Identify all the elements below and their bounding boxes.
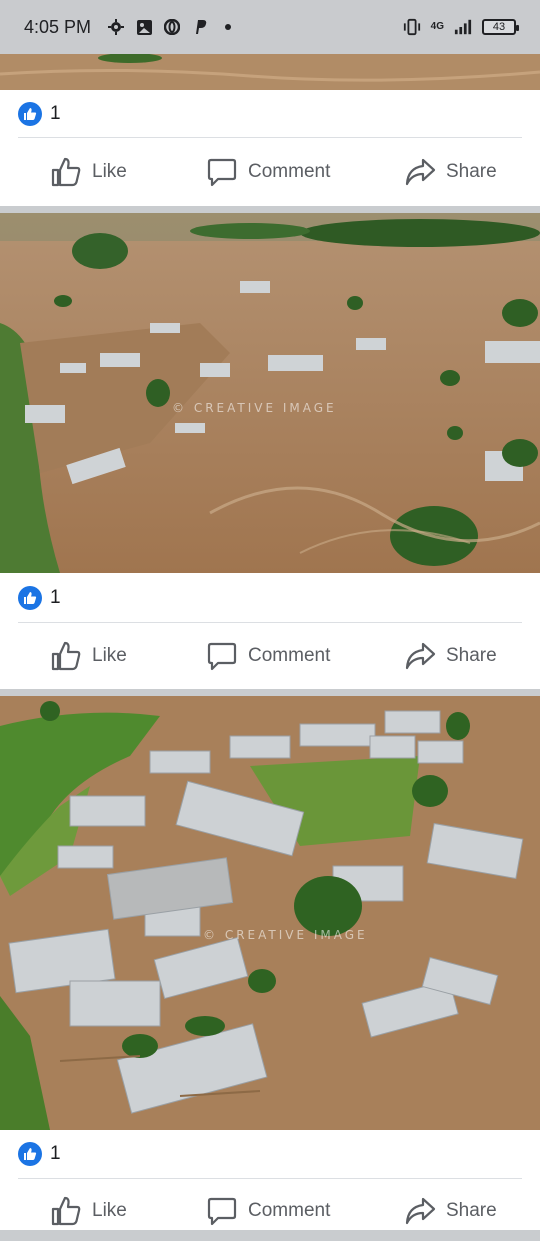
share-button[interactable]: Share [404, 156, 497, 188]
status-bar: 4:05 PM 4G 43 [0, 0, 540, 54]
comment-label: Comment [248, 645, 331, 666]
comment-icon [207, 642, 237, 671]
comment-button[interactable]: Comment [206, 1195, 330, 1227]
thumbs-up-icon [51, 157, 81, 187]
divider [18, 137, 522, 138]
share-icon [405, 642, 436, 670]
share-button[interactable]: Share [404, 1195, 497, 1227]
share-label: Share [446, 645, 497, 666]
divider [18, 1178, 522, 1179]
share-button[interactable]: Share [404, 640, 497, 672]
comment-label: Comment [248, 1200, 331, 1221]
share-label: Share [446, 1200, 497, 1221]
post-photo[interactable]: © CREATIVE IMAGE [0, 213, 540, 573]
post-actions: Like Comment Share [0, 1181, 540, 1241]
like-button[interactable]: Like [50, 640, 127, 672]
thumbs-up-badge-icon [18, 1142, 42, 1166]
status-time: 4:05 PM [24, 16, 92, 37]
network-type: 4G [430, 21, 444, 32]
signal-icon [454, 18, 472, 36]
share-icon [405, 158, 436, 186]
like-count: 1 [50, 103, 61, 124]
dot-icon [219, 18, 237, 36]
flooded-village-photo [0, 213, 540, 573]
like-label: Like [92, 1200, 127, 1221]
reaction-summary[interactable]: 1 [18, 102, 61, 126]
comment-button[interactable]: Comment [206, 156, 330, 188]
post-actions: Like Comment Share [0, 142, 540, 202]
like-count: 1 [50, 587, 61, 608]
flood-photo-strip [0, 54, 540, 90]
reaction-summary[interactable]: 1 [18, 1142, 61, 1166]
like-button[interactable]: Like [50, 156, 127, 188]
flooded-houses-photo [0, 696, 540, 1130]
divider [18, 622, 522, 623]
photo-watermark: © CREATIVE IMAGE [203, 928, 368, 942]
photo-icon [135, 18, 153, 36]
post-actions: Like Comment Share [0, 626, 540, 686]
vibrate-icon [403, 18, 421, 36]
reaction-summary[interactable]: 1 [18, 586, 61, 610]
thumbs-up-badge-icon [18, 102, 42, 126]
post-footer: 1 Like Comment Share [0, 90, 540, 206]
post-footer: 1 Like Comment Share [0, 573, 540, 689]
thumbs-up-badge-icon [18, 586, 42, 610]
like-button[interactable]: Like [50, 1195, 127, 1227]
comment-icon [207, 1197, 237, 1226]
photo-watermark: © CREATIVE IMAGE [172, 401, 337, 415]
opera-icon [163, 18, 181, 36]
like-label: Like [92, 161, 127, 182]
post-photo[interactable] [0, 54, 540, 90]
thumbs-up-icon [51, 641, 81, 671]
share-label: Share [446, 161, 497, 182]
like-count: 1 [50, 1143, 61, 1164]
paypal-icon [191, 18, 209, 36]
post-footer: 1 Like Comment Share [0, 1130, 540, 1230]
comment-label: Comment [248, 161, 331, 182]
like-label: Like [92, 645, 127, 666]
thumbs-up-icon [51, 1196, 81, 1226]
comment-button[interactable]: Comment [206, 640, 330, 672]
post-photo[interactable]: © CREATIVE IMAGE [0, 696, 540, 1130]
share-icon [405, 1197, 436, 1225]
gear-icon [107, 18, 125, 36]
comment-icon [207, 158, 237, 187]
battery-icon: 43 [482, 19, 519, 35]
